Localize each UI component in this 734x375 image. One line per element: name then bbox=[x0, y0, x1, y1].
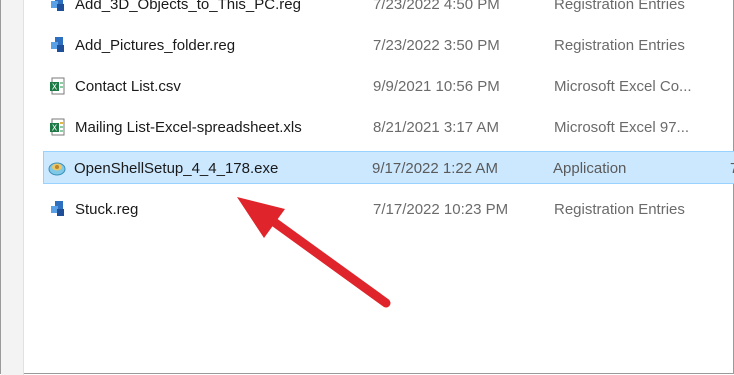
file-date: 7/23/2022 4:50 PM bbox=[373, 0, 500, 13]
file-type: Registration Entries bbox=[554, 37, 685, 54]
registry-file-icon bbox=[51, 201, 64, 216]
file-row[interactable]: X Contact List.csv 9/9/2021 10:56 PM Mic… bbox=[45, 70, 734, 103]
file-type: Microsoft Excel 97... bbox=[554, 119, 690, 136]
file-type: Application bbox=[553, 160, 627, 177]
file-row[interactable]: X Mailing List-Excel-spreadsheet.xls 8/2… bbox=[45, 111, 734, 144]
file-date: 9/9/2021 10:56 PM bbox=[373, 78, 500, 95]
excel-xls-file-icon: X bbox=[50, 118, 65, 136]
registry-file-icon bbox=[51, 0, 64, 11]
file-date: 8/21/2021 3:17 AM bbox=[373, 119, 499, 136]
file-date: 7/23/2022 3:50 PM bbox=[373, 37, 500, 54]
file-size-partial: 7 bbox=[730, 152, 734, 185]
navigation-pane-edge bbox=[1, 0, 24, 375]
file-name: OpenShellSetup_4_4_178.exe bbox=[74, 160, 279, 177]
file-date: 7/17/2022 10:23 PM bbox=[373, 201, 509, 218]
file-name: Contact List.csv bbox=[75, 78, 181, 95]
svg-text:X: X bbox=[52, 124, 58, 133]
registry-file-icon bbox=[51, 37, 64, 52]
file-row[interactable]: Add_Pictures_folder.reg 7/23/2022 3:50 P… bbox=[45, 29, 734, 62]
file-name: Mailing List-Excel-spreadsheet.xls bbox=[75, 119, 302, 136]
file-row[interactable]: Stuck.reg 7/17/2022 10:23 PM Registratio… bbox=[45, 193, 734, 226]
explorer-window: Add_3D_Objects_to_This_PC.reg 7/23/2022 … bbox=[0, 0, 734, 375]
file-row[interactable]: Add_3D_Objects_to_This_PC.reg 7/23/2022 … bbox=[45, 0, 734, 21]
file-date: 9/17/2022 1:22 AM bbox=[372, 160, 498, 177]
file-type: Microsoft Excel Co... bbox=[554, 78, 692, 95]
svg-text:X: X bbox=[52, 83, 58, 92]
excel-csv-file-icon: X bbox=[50, 77, 65, 95]
file-name: Add_3D_Objects_to_This_PC.reg bbox=[75, 0, 301, 13]
installer-app-icon bbox=[48, 162, 66, 176]
file-type: Registration Entries bbox=[554, 201, 685, 218]
file-row-selected[interactable]: OpenShellSetup_4_4_178.exe 9/17/2022 1:2… bbox=[43, 151, 734, 184]
file-name: Add_Pictures_folder.reg bbox=[75, 37, 236, 54]
file-type: Registration Entries bbox=[554, 0, 685, 13]
file-name: Stuck.reg bbox=[75, 201, 139, 218]
